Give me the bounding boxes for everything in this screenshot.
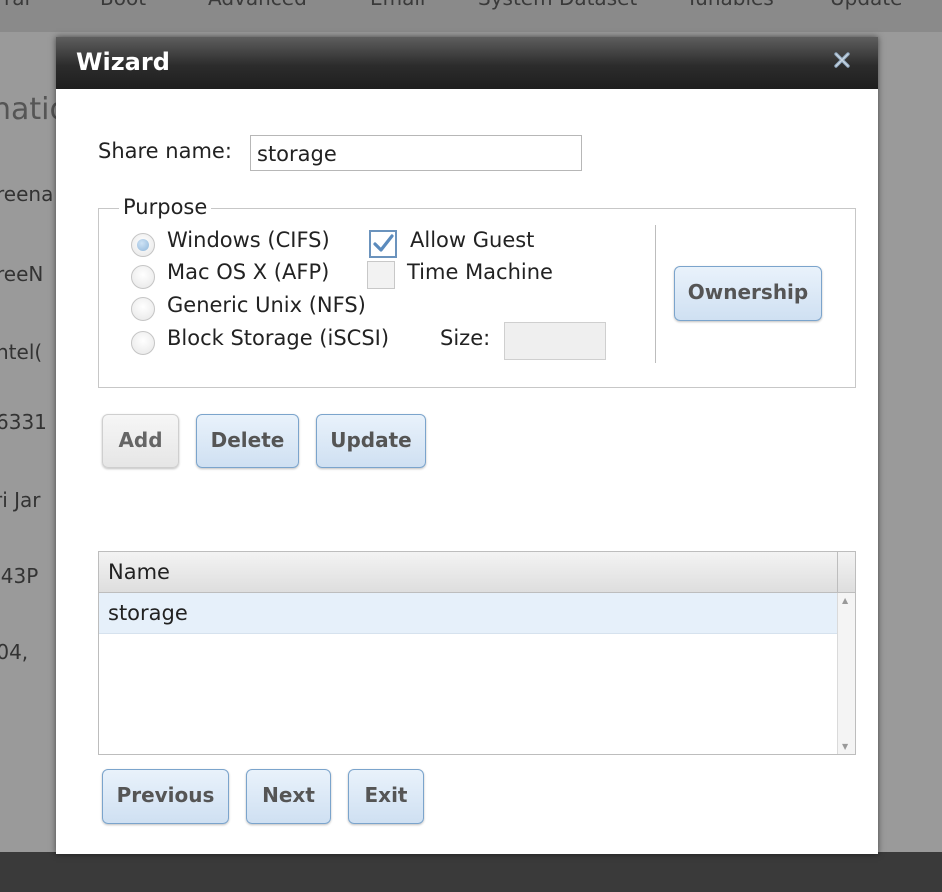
radio-block-iscsi[interactable] bbox=[131, 331, 155, 355]
purpose-fieldset: Purpose Windows (CIFS) Mac OS X (AFP) Ge… bbox=[98, 195, 856, 388]
background-info-line: 6331 bbox=[0, 410, 47, 434]
background-info-line: reena bbox=[0, 182, 54, 206]
background-tab[interactable]: Tunables bbox=[686, 0, 774, 10]
update-button[interactable]: Update bbox=[316, 414, 426, 468]
ownership-button[interactable]: Ownership bbox=[674, 266, 822, 321]
background-tab[interactable]: Boot bbox=[100, 0, 146, 10]
purpose-legend: Purpose bbox=[119, 195, 212, 219]
option-label-windows-cifs: Windows (CIFS) bbox=[167, 228, 330, 252]
share-name-label: Share name: bbox=[98, 139, 232, 163]
background-info-line: ri Jar bbox=[0, 488, 41, 512]
time-machine-checkbox[interactable] bbox=[367, 261, 395, 289]
column-header-name[interactable]: Name bbox=[108, 560, 170, 584]
grid-header-corner bbox=[837, 552, 855, 593]
option-label-unix-nfs: Generic Unix (NFS) bbox=[167, 293, 366, 317]
time-machine-label: Time Machine bbox=[407, 260, 553, 284]
background-info-line: :43P bbox=[0, 564, 39, 588]
table-cell-name: storage bbox=[108, 601, 188, 625]
previous-button[interactable]: Previous bbox=[102, 769, 229, 824]
radio-unix-nfs[interactable] bbox=[131, 297, 155, 321]
dialog-title: Wizard bbox=[76, 48, 170, 76]
checkmark-icon bbox=[373, 234, 394, 252]
delete-button[interactable]: Delete bbox=[196, 414, 299, 468]
purpose-divider bbox=[655, 225, 656, 363]
background-info-line: ntel( bbox=[0, 340, 43, 364]
grid-header[interactable]: Name bbox=[99, 552, 837, 593]
background-tab[interactable]: Advanced bbox=[208, 0, 307, 10]
size-label: Size: bbox=[440, 326, 491, 350]
close-icon[interactable] bbox=[832, 50, 852, 70]
background-info-line: reeN bbox=[0, 262, 44, 286]
allow-guest-label: Allow Guest bbox=[410, 228, 535, 252]
table-row[interactable]: storage bbox=[99, 593, 837, 634]
exit-button[interactable]: Exit bbox=[348, 769, 424, 824]
background-tab-bar: ral Boot Advanced Email System Dataset T… bbox=[0, 0, 942, 32]
add-button[interactable]: Add bbox=[102, 414, 179, 468]
wizard-dialog: Wizard Share name: storage Purpose Windo… bbox=[56, 37, 878, 854]
background-info-line: .04, bbox=[0, 640, 29, 664]
radio-windows-cifs[interactable] bbox=[131, 233, 155, 257]
scroll-up-icon[interactable]: ▲ bbox=[842, 596, 848, 605]
size-input[interactable] bbox=[504, 322, 606, 360]
dialog-content: Share name: storage Purpose Windows (CIF… bbox=[56, 89, 878, 854]
background-tab[interactable]: System Dataset bbox=[478, 0, 637, 10]
share-name-input[interactable]: storage bbox=[250, 135, 582, 171]
dialog-titlebar[interactable]: Wizard bbox=[56, 37, 878, 89]
background-tab[interactable]: Email bbox=[370, 0, 426, 10]
next-button[interactable]: Next bbox=[246, 769, 331, 824]
grid-scrollbar[interactable]: ▲ ▼ bbox=[837, 593, 855, 754]
background-tab[interactable]: Update bbox=[830, 0, 902, 10]
background-footer bbox=[0, 852, 942, 892]
shares-grid: Name storage ▲ ▼ bbox=[98, 551, 856, 755]
scroll-down-icon[interactable]: ▼ bbox=[842, 742, 848, 751]
allow-guest-checkbox[interactable] bbox=[369, 230, 397, 258]
option-label-block-iscsi: Block Storage (iSCSI) bbox=[167, 326, 390, 350]
radio-mac-afp[interactable] bbox=[131, 265, 155, 289]
option-label-mac-afp: Mac OS X (AFP) bbox=[167, 260, 330, 284]
background-tab[interactable]: ral bbox=[4, 0, 30, 10]
